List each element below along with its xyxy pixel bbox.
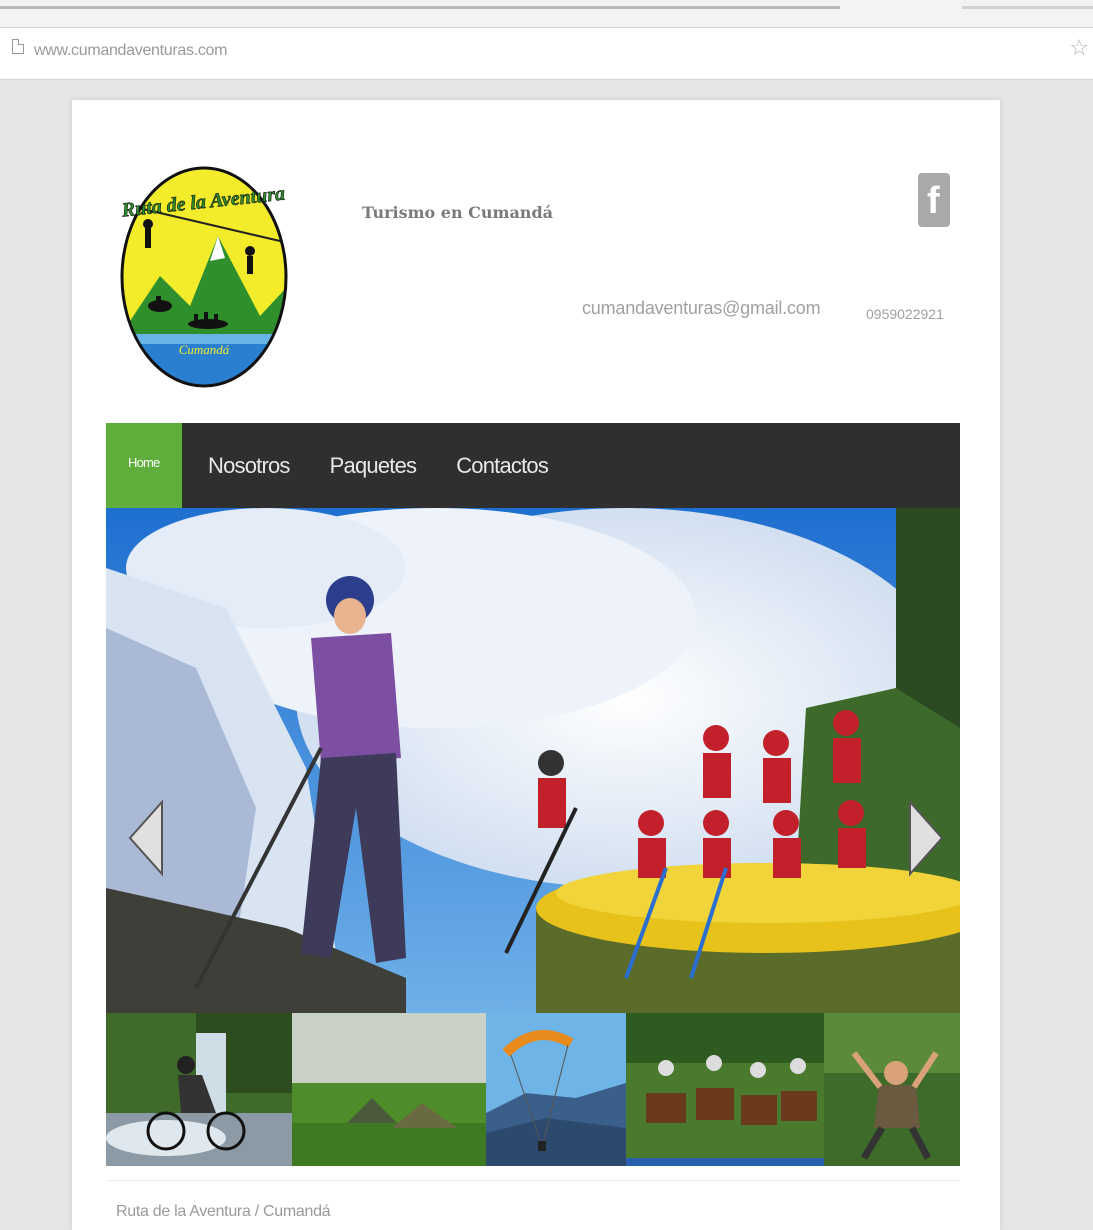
facebook-icon[interactable]: f [918,173,950,227]
contact-email[interactable]: cumandaventuras@gmail.com [582,298,821,319]
thumbnail-camping[interactable] [292,1013,486,1166]
main-nav: Home Nosotros Paquetes Contactos [106,423,960,508]
contact-phone: 0959022921 [866,306,944,322]
page-container: Ruta de la Aventura Cumandá Turismo en C… [72,100,1000,1230]
hero-slider[interactable] [106,508,960,1013]
slider-next-icon[interactable] [906,798,946,878]
nav-item-paquetes[interactable]: Paquetes [310,423,437,508]
slider-prev-icon[interactable] [126,798,166,878]
page-icon [12,39,24,54]
footer-divider [106,1180,960,1181]
thumbnail-horseback[interactable] [626,1013,824,1166]
thumbnail-strip [106,1013,960,1166]
thumbnail-mountain-biking[interactable] [106,1013,292,1166]
footer-breadcrumb: Ruta de la Aventura / Cumandá [116,1203,331,1220]
browser-tab[interactable] [0,6,840,28]
nav-item-contactos[interactable]: Contactos [436,423,568,508]
site-logo[interactable]: Ruta de la Aventura Cumandá [119,166,288,388]
browser-tab-new[interactable] [962,6,1093,28]
nav-item-home[interactable]: Home [106,423,182,508]
site-tagline: Turismo en Cumandá [362,203,553,222]
address-bar[interactable]: www.cumandaventuras.com ☆ [0,28,1093,80]
url-text[interactable]: www.cumandaventuras.com [34,42,227,60]
browser-tab-strip [0,0,1093,28]
hero-image [106,508,960,1013]
nav-item-nosotros[interactable]: Nosotros [182,423,310,508]
bookmark-star-icon[interactable]: ☆ [1069,36,1089,61]
thumbnail-paragliding[interactable] [486,1013,626,1166]
thumbnail-zipline[interactable] [824,1013,960,1166]
logo-bottom-text: Cumandá [179,342,230,357]
